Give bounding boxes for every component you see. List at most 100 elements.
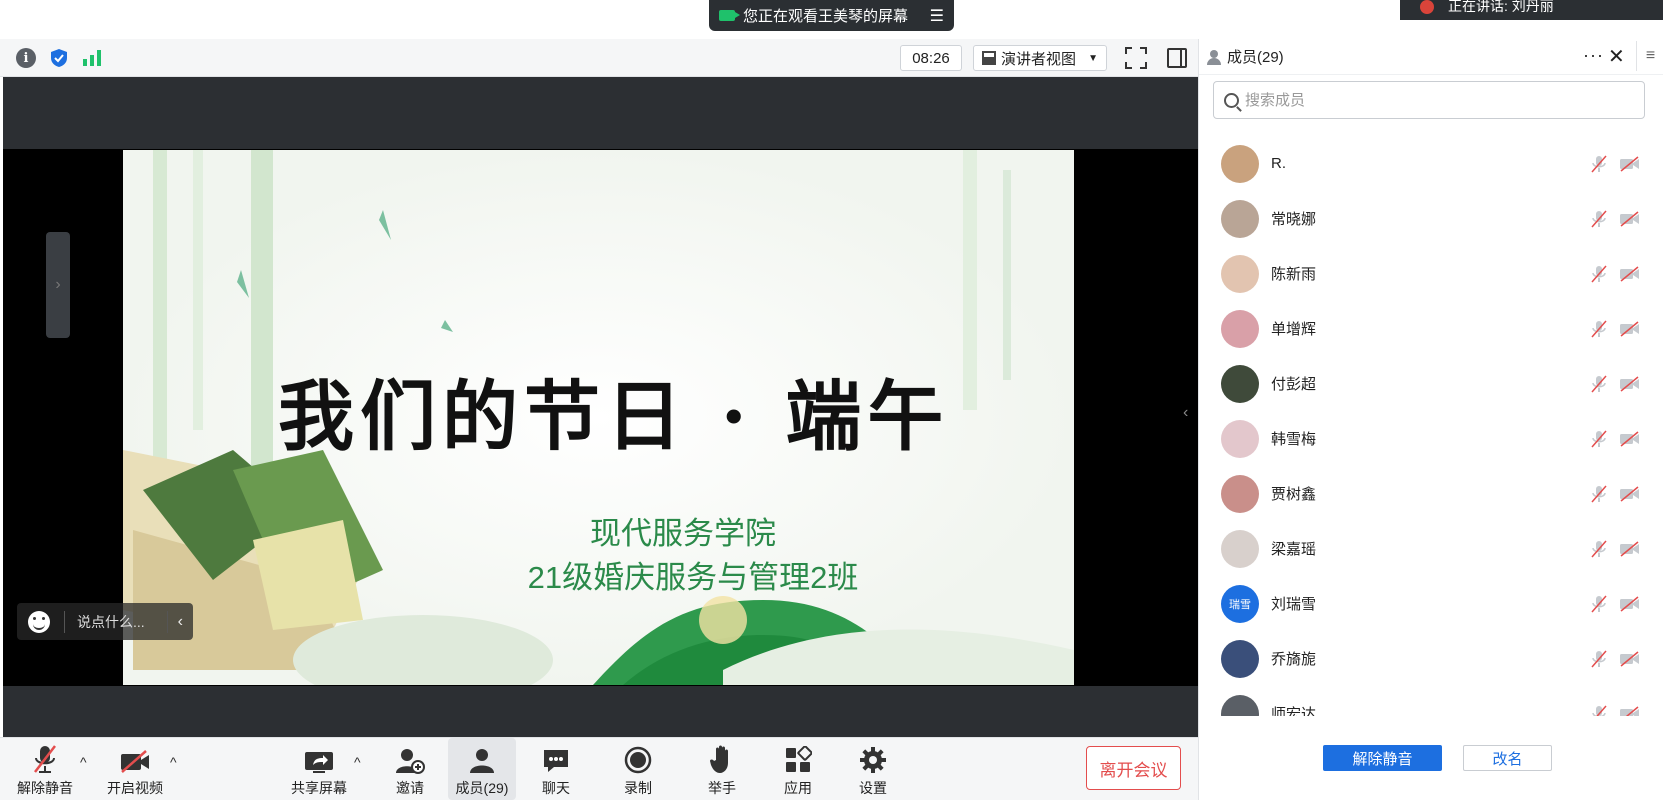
fullscreen-icon[interactable]	[1125, 47, 1147, 69]
mic-muted-icon[interactable]	[1591, 540, 1607, 558]
screen-share-banner[interactable]: 您正在观看王美琴的屏幕 ☰	[709, 0, 954, 31]
settings-button[interactable]: 设置	[853, 738, 893, 800]
close-icon[interactable]: ✕	[1608, 44, 1625, 69]
quick-chat-input[interactable]: 说点什么... ‹	[17, 603, 193, 640]
record-button[interactable]: 录制	[618, 738, 658, 800]
audio-options-caret-icon[interactable]: ^	[80, 754, 87, 770]
camera-icon	[719, 10, 740, 21]
member-row[interactable]: 单增辉	[1199, 301, 1663, 356]
members-panel: 成员(29) ··· ✕ ≡ R. 常晓娜陈新雨单增辉付彭超韩雪梅贾树鑫梁嘉瑶瑞雪…	[1198, 39, 1663, 800]
share-options-caret-icon[interactable]: ^	[354, 754, 361, 770]
member-row[interactable]: 常晓娜	[1199, 191, 1663, 246]
invite-button[interactable]: 邀请	[390, 738, 430, 800]
member-row[interactable]: 梁嘉瑶	[1199, 521, 1663, 576]
member-row[interactable]: 陈新雨	[1199, 246, 1663, 301]
more-options-icon[interactable]: ···	[1583, 45, 1604, 66]
avatar	[1221, 254, 1259, 293]
member-search[interactable]	[1213, 81, 1645, 119]
camera-off-icon[interactable]	[1619, 430, 1641, 447]
avatar	[1221, 199, 1259, 238]
camera-off-icon[interactable]	[1619, 595, 1641, 612]
member-name: 常晓娜	[1271, 211, 1317, 228]
camera-off-icon[interactable]	[1619, 155, 1641, 172]
share-screen-icon	[304, 738, 334, 774]
raise-hand-label: 举手	[708, 780, 736, 796]
members-label: 成员(29)	[455, 780, 509, 796]
camera-off-icon[interactable]	[1619, 485, 1641, 502]
apps-icon	[784, 738, 812, 774]
shared-screen-area: 我们的节日 · 端午 现代服务学院 21级婚庆服务与管理2班 › 说点什么...…	[3, 77, 1198, 737]
left-expand-handle[interactable]: ›	[46, 232, 70, 338]
avatar	[1221, 309, 1259, 348]
speaking-popup: 正在讲话: 刘丹丽	[1400, 0, 1663, 20]
view-mode-select[interactable]: 演讲者视图 ▼	[973, 45, 1107, 71]
mic-muted-icon[interactable]	[1591, 155, 1607, 173]
mic-muted-icon[interactable]	[1591, 265, 1607, 283]
camera-off-icon[interactable]	[1619, 320, 1641, 337]
avatar	[1221, 694, 1259, 716]
video-options-caret-icon[interactable]: ^	[170, 754, 177, 770]
member-name: 单增辉	[1271, 321, 1317, 338]
camera-off-icon[interactable]	[1619, 210, 1641, 227]
unmute-button[interactable]: 解除静音	[16, 738, 74, 800]
member-name: 乔旖旎	[1271, 651, 1317, 668]
start-video-button[interactable]: 开启视频	[104, 738, 166, 800]
camera-off-icon[interactable]	[1619, 540, 1641, 557]
member-name: 贾树鑫	[1271, 486, 1317, 503]
mic-muted-icon[interactable]	[1591, 210, 1607, 228]
emoji-icon[interactable]	[28, 610, 50, 633]
share-screen-button[interactable]: 共享屏幕	[290, 738, 348, 800]
camera-off-icon[interactable]	[1619, 705, 1641, 716]
view-mode-label: 演讲者视图	[1001, 50, 1077, 68]
leave-meeting-button[interactable]: 离开会议	[1086, 746, 1181, 790]
member-search-input[interactable]	[1245, 91, 1625, 109]
member-row[interactable]: 韩雪梅	[1199, 411, 1663, 466]
member-name: 韩雪梅	[1271, 431, 1317, 448]
member-row[interactable]: R.	[1199, 136, 1663, 191]
invite-label: 邀请	[396, 780, 424, 796]
mic-muted-icon[interactable]	[1591, 705, 1607, 716]
collapse-right-icon[interactable]: ‹	[1183, 404, 1188, 422]
shield-icon[interactable]	[49, 48, 69, 68]
mic-muted-icon[interactable]	[1591, 375, 1607, 393]
search-icon	[1224, 92, 1239, 108]
member-row[interactable]: 师宏达	[1199, 686, 1663, 716]
mic-muted-icon[interactable]	[1591, 595, 1607, 613]
banner-menu-icon[interactable]: ☰	[930, 6, 944, 26]
chat-icon	[542, 738, 570, 774]
rename-button[interactable]: 改名	[1463, 745, 1552, 771]
mic-muted-icon[interactable]	[1591, 650, 1607, 668]
chevron-left-icon[interactable]: ‹	[166, 610, 183, 633]
chat-button[interactable]: 聊天	[536, 738, 576, 800]
signal-icon[interactable]	[82, 48, 102, 68]
apps-button[interactable]: 应用	[778, 738, 818, 800]
add-person-icon	[395, 738, 425, 774]
avatar	[1221, 529, 1259, 568]
member-row[interactable]: 乔旖旎	[1199, 631, 1663, 686]
members-panel-title: 成员(29)	[1227, 49, 1284, 66]
member-row[interactable]: 付彭超	[1199, 356, 1663, 411]
share-banner-text: 您正在观看王美琴的屏幕	[743, 8, 909, 25]
info-icon[interactable]: i	[16, 48, 36, 68]
side-panel-toggle-icon[interactable]	[1167, 48, 1187, 68]
meeting-toolbar: i 08:26 演讲者视图 ▼	[0, 39, 1198, 77]
settings-label: 设置	[859, 780, 887, 796]
camera-off-icon	[119, 738, 151, 774]
chat-label: 聊天	[542, 780, 570, 796]
mic-muted-icon[interactable]	[1591, 430, 1607, 448]
chevron-down-icon: ▼	[1088, 52, 1098, 64]
mic-muted-icon[interactable]	[1591, 485, 1607, 503]
panel-menu-icon[interactable]: ≡	[1636, 41, 1663, 71]
mic-muted-icon[interactable]	[1591, 320, 1607, 338]
members-button[interactable]: 成员(29)	[448, 738, 516, 800]
mic-muted-icon	[33, 738, 57, 774]
speaking-mic-icon	[1420, 0, 1434, 14]
raise-hand-button[interactable]: 举手	[702, 738, 742, 800]
member-row[interactable]: 瑞雪 刘瑞雪	[1199, 576, 1663, 631]
camera-off-icon[interactable]	[1619, 375, 1641, 392]
member-row[interactable]: 贾树鑫	[1199, 466, 1663, 521]
camera-off-icon[interactable]	[1619, 265, 1641, 282]
camera-off-icon[interactable]	[1619, 650, 1641, 667]
unmute-all-button[interactable]: 解除静音	[1323, 745, 1442, 771]
meeting-timer: 08:26	[900, 45, 962, 71]
